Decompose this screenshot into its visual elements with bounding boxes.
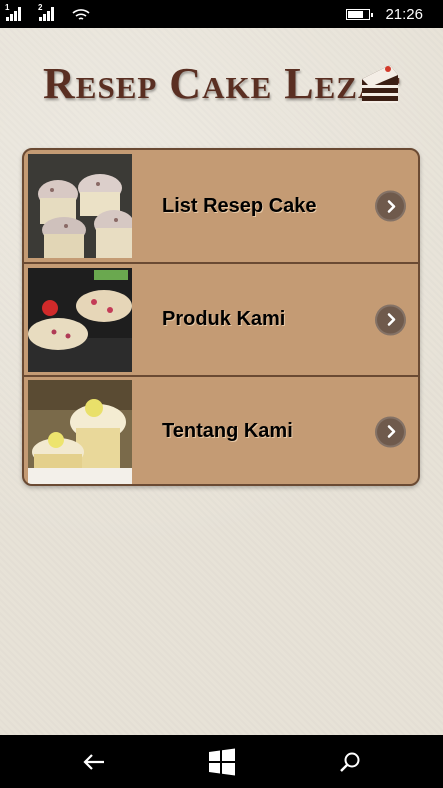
main-menu: List Resep Cake Produk Kami Tentang Kami bbox=[22, 148, 420, 486]
battery-icon bbox=[346, 9, 373, 20]
menu-item-label: List Resep Cake bbox=[162, 194, 317, 217]
cupcakes-thumbnail bbox=[28, 154, 132, 258]
windows-start-icon[interactable] bbox=[207, 747, 237, 777]
navigation-bar bbox=[0, 735, 443, 788]
app-title: Resep Cake Lezat bbox=[43, 59, 401, 108]
lemon-cupcake-thumbnail bbox=[28, 379, 132, 484]
chevron-right-icon[interactable] bbox=[375, 416, 406, 447]
signal-strength-sim2-icon: 2 bbox=[38, 3, 58, 21]
menu-item-produk-kami[interactable]: Produk Kami bbox=[24, 262, 418, 375]
cake-slice-icon bbox=[362, 65, 398, 103]
menu-item-label: Tentang Kami bbox=[162, 420, 293, 442]
signal-strength-sim1-icon: 1 bbox=[5, 3, 25, 21]
search-icon[interactable] bbox=[335, 747, 365, 777]
chevron-right-icon[interactable] bbox=[375, 190, 406, 222]
menu-item-label: Produk Kami bbox=[162, 308, 286, 330]
wifi-icon bbox=[72, 9, 90, 20]
menu-item-list-resep-cake[interactable]: List Resep Cake bbox=[24, 150, 418, 262]
app-screen: Resep Cake Lezat List Resep Cake Produk … bbox=[0, 28, 443, 735]
clock: 21:26 bbox=[385, 6, 423, 23]
menu-item-tentang-kami[interactable]: Tentang Kami bbox=[24, 375, 418, 484]
status-bar: 1 2 21:26 bbox=[0, 0, 443, 28]
muffin-tray-thumbnail bbox=[28, 267, 132, 372]
chevron-right-icon[interactable] bbox=[375, 304, 406, 335]
back-arrow-icon[interactable] bbox=[79, 747, 109, 777]
